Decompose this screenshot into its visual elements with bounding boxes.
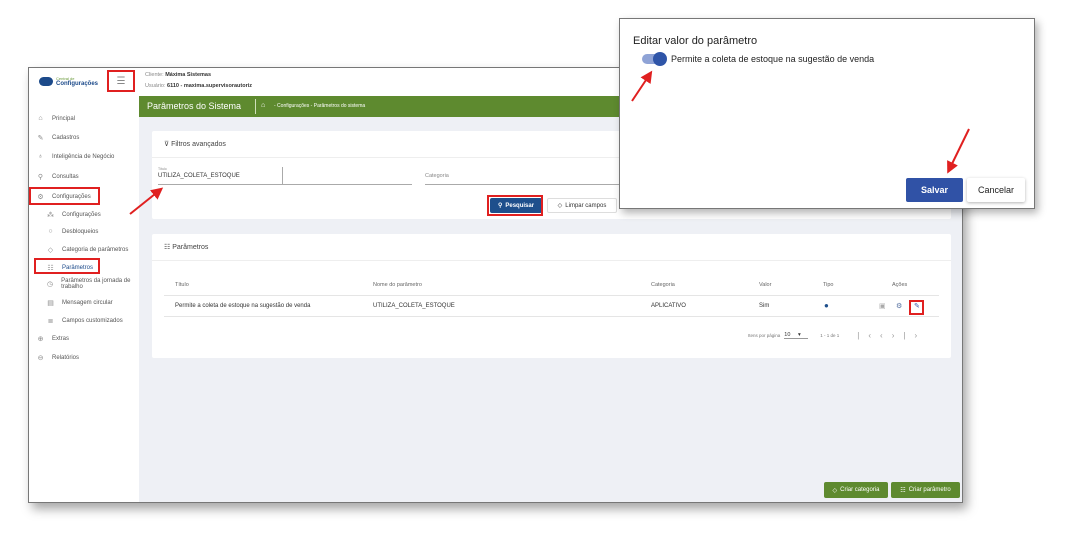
annotation-arrows xyxy=(129,70,970,215)
arrow xyxy=(129,187,164,215)
arrow xyxy=(631,70,653,102)
arrow xyxy=(947,128,970,174)
